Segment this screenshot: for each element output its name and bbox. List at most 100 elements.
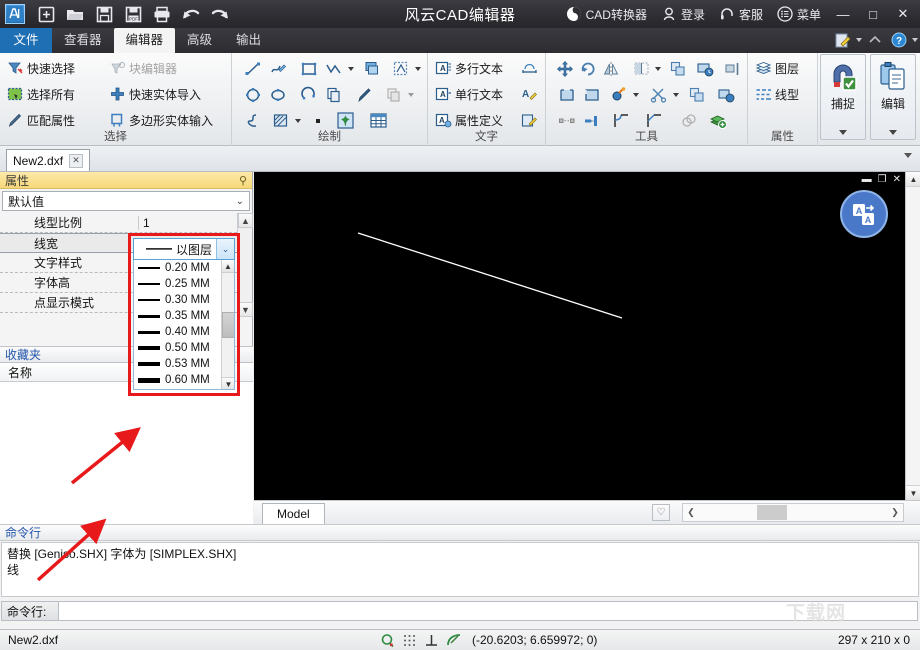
scroll-down-icon[interactable]: ▼	[906, 485, 920, 500]
align-icon[interactable]	[721, 57, 742, 80]
scroll-up-icon[interactable]: ▲	[238, 213, 253, 228]
offset-time-icon[interactable]	[694, 57, 715, 80]
edit-button[interactable]: 编辑	[870, 54, 916, 140]
snap-dropdown-caret[interactable]	[839, 130, 847, 135]
region-icon[interactable]	[389, 57, 412, 80]
list-item[interactable]: 0.60 MM	[134, 372, 234, 388]
snap-button[interactable]: 捕捉	[820, 54, 866, 140]
tab-file[interactable]: 文件	[0, 28, 52, 53]
undo-icon[interactable]	[178, 2, 204, 26]
tab-model[interactable]: Model	[262, 503, 325, 524]
extend-icon[interactable]	[580, 83, 603, 106]
rectangle-icon[interactable]	[297, 57, 320, 80]
help-dropdown-caret[interactable]	[912, 38, 918, 42]
table-row[interactable]: 线型比例 1	[0, 213, 252, 233]
mirror-icon[interactable]	[601, 57, 622, 80]
property-value[interactable]: 1	[138, 215, 252, 230]
lineweight-list-scrollbar[interactable]: ▲ ▼	[221, 260, 234, 389]
chevron-down-icon[interactable]: ⌄	[236, 196, 244, 207]
copy2-icon[interactable]	[685, 83, 708, 106]
move-icon[interactable]	[555, 57, 576, 80]
scissors-icon[interactable]	[647, 83, 670, 106]
multi-copy-icon[interactable]	[382, 83, 405, 106]
multi-copy-dropdown-caret[interactable]	[408, 92, 414, 97]
support-button[interactable]: 客服	[712, 0, 770, 28]
list-item[interactable]: 0.53 MM	[134, 356, 234, 372]
copy-entity-icon[interactable]	[322, 83, 345, 106]
new-file-icon[interactable]	[33, 2, 59, 26]
circle-icon[interactable]	[241, 83, 264, 106]
close-icon[interactable]: ✕	[69, 153, 84, 168]
canvas-minimize-button[interactable]: ▬	[862, 175, 872, 185]
open-folder-icon[interactable]	[62, 2, 88, 26]
scrollbar-thumb[interactable]	[757, 505, 787, 520]
pin-icon[interactable]: ⚲	[239, 174, 247, 187]
polyline-dropdown-caret[interactable]	[348, 66, 354, 71]
command-area-header[interactable]: 命令行	[0, 524, 920, 541]
tab-viewer[interactable]: 查看器	[52, 28, 114, 53]
array-icon[interactable]	[632, 57, 653, 80]
list-item[interactable]: 0.30 MM	[134, 292, 234, 308]
help-icon[interactable]: ?	[888, 30, 910, 50]
select-all-button[interactable]: 选择所有	[5, 83, 105, 106]
text-align-icon[interactable]	[518, 57, 540, 80]
polyline-icon[interactable]	[322, 57, 345, 80]
arc-icon[interactable]	[297, 83, 320, 106]
array-dropdown-caret[interactable]	[655, 66, 662, 71]
lineweight-option-list[interactable]: 0.20 MM 0.25 MM 0.30 MM 0.35 MM 0.40 MM …	[133, 260, 235, 390]
linetype-button[interactable]: 线型	[753, 83, 803, 106]
layers-button[interactable]: 图层	[753, 57, 803, 80]
copy-icon[interactable]	[667, 57, 688, 80]
block-editor-button[interactable]: 块编辑器	[107, 57, 181, 80]
edit-pen-icon[interactable]	[832, 30, 854, 50]
lineweight-dropdown-header[interactable]: 以图层 ⌄	[133, 238, 235, 260]
line-icon[interactable]	[241, 57, 264, 80]
polar-icon[interactable]	[446, 633, 462, 648]
print-icon[interactable]	[149, 2, 175, 26]
scroll-down-icon[interactable]: ▼	[222, 377, 234, 389]
collapse-ribbon-icon[interactable]	[864, 30, 886, 50]
scrollbar-thumb[interactable]	[222, 312, 234, 338]
save-pdf-icon[interactable]: PDF	[120, 2, 146, 26]
lineweight-dropdown[interactable]: 以图层 ⌄ 0.20 MM 0.25 MM 0.30 MM 0.35 MM 0.…	[133, 238, 235, 390]
model-canvas[interactable]: ▬ ❐ ✕ A A	[254, 172, 905, 500]
tab-output[interactable]: 输出	[224, 28, 273, 53]
osnap-icon[interactable]	[380, 633, 395, 648]
polyline-edit-icon[interactable]	[266, 57, 289, 80]
scrollbar-track[interactable]	[699, 504, 887, 521]
list-item[interactable]: 0.40 MM	[134, 324, 234, 340]
properties-scrollbar[interactable]: ▲ ▼	[237, 213, 253, 317]
chevron-down-icon[interactable]: ⌄	[216, 239, 234, 259]
explode-icon[interactable]	[607, 83, 630, 106]
scissors-dropdown-caret[interactable]	[673, 92, 679, 97]
list-item[interactable]: 0.35 MM	[134, 308, 234, 324]
cad-converter-button[interactable]: CAD转换器	[559, 0, 654, 28]
minimize-button[interactable]: —	[828, 0, 858, 28]
command-input[interactable]	[59, 601, 918, 621]
ortho-icon[interactable]	[424, 633, 439, 648]
block-insert-icon[interactable]	[360, 57, 383, 80]
edit-dropdown-caret[interactable]	[889, 130, 897, 135]
close-button[interactable]: ✕	[888, 0, 918, 28]
chevron-down-icon[interactable]	[904, 153, 912, 158]
canvas-vertical-scrollbar[interactable]: ▲ ▼	[905, 172, 920, 500]
multiline-text-button[interactable]: A 多行文本	[433, 57, 516, 80]
scroll-left-icon[interactable]: ❮	[683, 504, 699, 521]
scroll-down-icon[interactable]: ▼	[238, 302, 253, 317]
rotate-icon[interactable]	[578, 57, 599, 80]
menu-button[interactable]: 菜单	[770, 0, 828, 28]
canvas-close-button[interactable]: ✕	[893, 175, 901, 185]
canvas-horizontal-scrollbar[interactable]: ❮ ❯	[682, 503, 904, 522]
list-item[interactable]: 0.50 MM	[134, 340, 234, 356]
trim-icon[interactable]	[555, 83, 578, 106]
list-item[interactable]: 0.25 MM	[134, 276, 234, 292]
pen-draw-icon[interactable]	[353, 83, 376, 106]
document-tab-new2[interactable]: New2.dxf ✕	[6, 149, 91, 171]
scroll-right-icon[interactable]: ❯	[887, 504, 903, 521]
hatch-dropdown-caret[interactable]	[295, 118, 301, 123]
ellipse-icon[interactable]	[266, 83, 289, 106]
quick-entity-import-button[interactable]: 快速实体导入	[107, 83, 205, 106]
scroll-up-icon[interactable]: ▲	[222, 260, 234, 273]
scroll-up-icon[interactable]: ▲	[906, 172, 920, 187]
redo-icon[interactable]	[207, 2, 233, 26]
